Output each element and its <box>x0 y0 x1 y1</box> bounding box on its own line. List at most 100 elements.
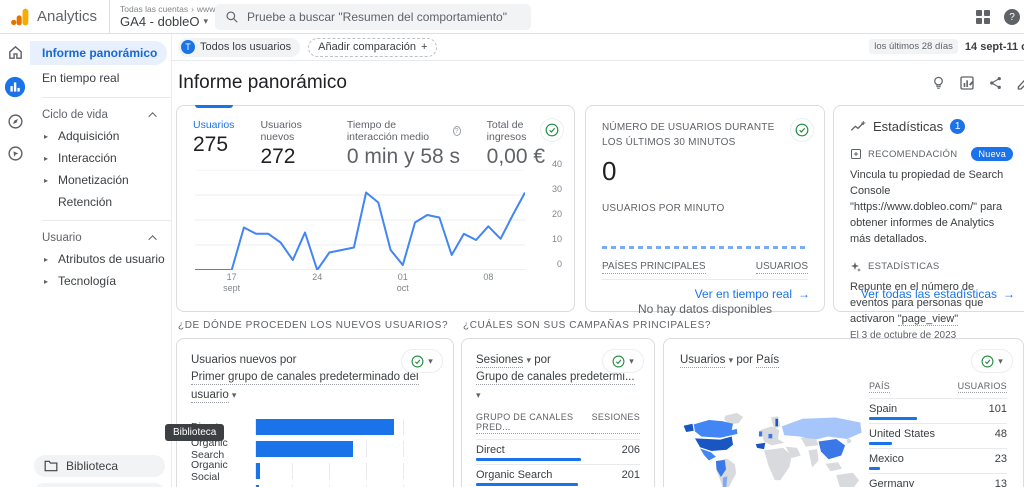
explore-icon[interactable] <box>7 113 24 130</box>
data-quality-button[interactable]: ▾ <box>971 349 1013 373</box>
google-apps-icon[interactable] <box>976 10 990 24</box>
expand-arrow-icon[interactable]: ▸ <box>44 277 52 286</box>
x-axis-tick: 17sept <box>223 272 240 295</box>
sidebar-item-monetization[interactable]: ▸ Monetización <box>30 169 171 191</box>
sidebar-item-acquisition[interactable]: ▸ Adquisición <box>30 125 171 147</box>
expand-arrow-icon[interactable]: ▸ <box>44 176 52 185</box>
main-content: T Todos los usuarios Añadir comparación … <box>172 34 1024 487</box>
insights-spark-icon <box>850 121 866 133</box>
table-row: Spain101 <box>869 398 1007 423</box>
metric-new-users[interactable]: Usuarios nuevos 272 <box>260 119 320 169</box>
col-top-countries[interactable]: PAÍSES PRINCIPALES <box>602 261 706 274</box>
comparison-bar: T Todos los usuarios Añadir comparación … <box>172 34 1024 61</box>
data-quality-button[interactable] <box>540 118 564 142</box>
analytics-logo-icon <box>10 7 30 27</box>
metric-users[interactable]: Usuarios 275 <box>193 119 234 169</box>
campaigns-card: Sesiones ▾ por Grupo de canales predeter… <box>461 338 655 487</box>
new-users-card: Usuarios nuevos por Primer grupo de cana… <box>176 338 454 487</box>
sidebar-section-lifecycle[interactable]: Ciclo de vida <box>30 105 171 125</box>
expand-arrow-icon[interactable]: ▸ <box>44 255 52 264</box>
nav-rail <box>0 34 30 487</box>
recommendation-text[interactable]: Vincula tu propiedad de Search Console "… <box>850 168 1013 248</box>
metric-engagement-time[interactable]: Tiempo de interacción medio ? 0 min y 58… <box>347 119 461 169</box>
row-label: United States <box>869 428 935 440</box>
selected-metric-indicator <box>195 105 233 108</box>
add-comparison-button[interactable]: Añadir comparación + <box>308 38 437 57</box>
sidebar-item-overview[interactable]: Informe panorámico <box>30 41 167 65</box>
sidebar-item-engagement[interactable]: ▸ Interacción <box>30 147 171 169</box>
expand-arrow-icon[interactable]: ▸ <box>44 132 52 141</box>
col-users[interactable]: USUARIOS <box>756 261 808 274</box>
row-bar <box>869 442 892 445</box>
bar <box>256 441 353 457</box>
edit-report-icon[interactable] <box>1016 75 1024 91</box>
row-value: 201 <box>622 469 640 481</box>
reports-icon[interactable] <box>4 76 26 98</box>
breadcrumb-accounts: Todas las cuentas <box>120 4 188 14</box>
audience-chip[interactable]: T Todos los usuarios <box>178 38 300 57</box>
dimension-selector[interactable]: Primer grupo de canales predeterminado d… <box>191 371 419 402</box>
help-icon[interactable]: ? <box>1004 9 1020 25</box>
customize-report-icon[interactable] <box>959 75 975 91</box>
metric-selector[interactable]: Sesiones <box>476 354 523 368</box>
sidebar-item-retention[interactable]: Retención <box>30 191 171 213</box>
data-quality-button[interactable]: ▾ <box>602 349 644 373</box>
expand-arrow-icon[interactable]: ▸ <box>44 154 52 163</box>
home-icon[interactable] <box>7 44 24 61</box>
view-all-insights-link[interactable]: Ver todas las estadísticas → <box>861 287 1015 301</box>
search-input[interactable] <box>247 10 507 24</box>
metric-selector[interactable]: Usuarios <box>680 354 725 368</box>
col-country[interactable]: PAÍS <box>869 381 890 393</box>
breadcrumb-separator: › <box>191 4 194 14</box>
bar <box>256 463 260 479</box>
share-icon[interactable] <box>988 75 1003 91</box>
table-row: United States48 <box>869 423 1007 448</box>
property-name: GA4 - dobleO <box>120 14 200 30</box>
col-sessions[interactable]: SESIONES <box>592 412 640 434</box>
search-bar[interactable] <box>215 4 531 30</box>
new-badge: Nueva <box>971 147 1013 161</box>
analytics-logo[interactable]: Analytics <box>0 0 109 33</box>
sidebar-item-library[interactable]: Biblioteca <box>34 455 165 477</box>
arrow-right-icon: → <box>798 287 810 301</box>
sidebar-item-partial[interactable] <box>34 483 165 487</box>
data-quality-button[interactable]: ▾ <box>401 349 443 373</box>
bar-row: Organic Search <box>191 438 439 460</box>
y-axis-tick: 40 <box>552 159 562 169</box>
row-value: 206 <box>622 444 640 456</box>
sidebar-item-label: En tiempo real <box>42 71 119 85</box>
sidebar-item-realtime[interactable]: En tiempo real <box>30 66 167 90</box>
stats-label: ESTADÍSTICAS <box>868 261 940 272</box>
y-axis-tick: 20 <box>552 209 562 219</box>
view-realtime-link[interactable]: Ver en tiempo real → <box>695 287 810 301</box>
arrow-right-icon: → <box>1003 287 1015 301</box>
col-users[interactable]: USUARIOS <box>958 381 1007 393</box>
realtime-card: NÚMERO DE USUARIOS DURANTE LOS ÚLTIMOS 3… <box>585 105 825 312</box>
row-label: Organic Search <box>476 469 552 481</box>
bar-label: Organic Social <box>191 459 255 483</box>
section-title-new-users: ¿DE DÓNDE PROCEDEN LOS NUEVOS USUARIOS? <box>178 320 448 331</box>
advertising-icon[interactable] <box>7 145 24 162</box>
y-axis-tick: 10 <box>552 234 562 244</box>
overview-metrics-card: Usuarios 275 Usuarios nuevos 272 Tiempo … <box>176 105 575 312</box>
users-per-minute-sparkbars <box>602 246 806 249</box>
col-channel-group[interactable]: GRUPO DE CANALES PRED... <box>476 412 592 434</box>
row-bar <box>869 417 917 420</box>
insights-lightbulb-icon[interactable] <box>931 75 946 91</box>
sidebar-item-technology[interactable]: ▸ Tecnología <box>30 270 171 292</box>
data-quality-button[interactable] <box>790 118 814 142</box>
row-bar <box>476 458 581 461</box>
help-icon[interactable]: ? <box>453 126 461 136</box>
dimension-selector[interactable]: Grupo de canales predetermi... <box>476 371 635 385</box>
bar-row: Direct <box>191 416 439 438</box>
dimension-selector[interactable]: País <box>756 354 779 368</box>
row-label: Mexico <box>869 453 904 465</box>
sidebar-section-user[interactable]: Usuario <box>30 228 171 248</box>
sidebar-item-user-attributes[interactable]: ▸ Atributos de usuario <box>30 248 171 270</box>
x-axis-tick: 01oct <box>397 272 409 295</box>
date-hint: los últimos 28 días <box>869 39 958 54</box>
row-label: Spain <box>869 403 897 415</box>
date-range-picker[interactable]: 14 sept-11 oc <box>965 41 1024 53</box>
stat-entity[interactable]: "page_view" <box>898 313 958 326</box>
bar-track <box>255 419 439 435</box>
